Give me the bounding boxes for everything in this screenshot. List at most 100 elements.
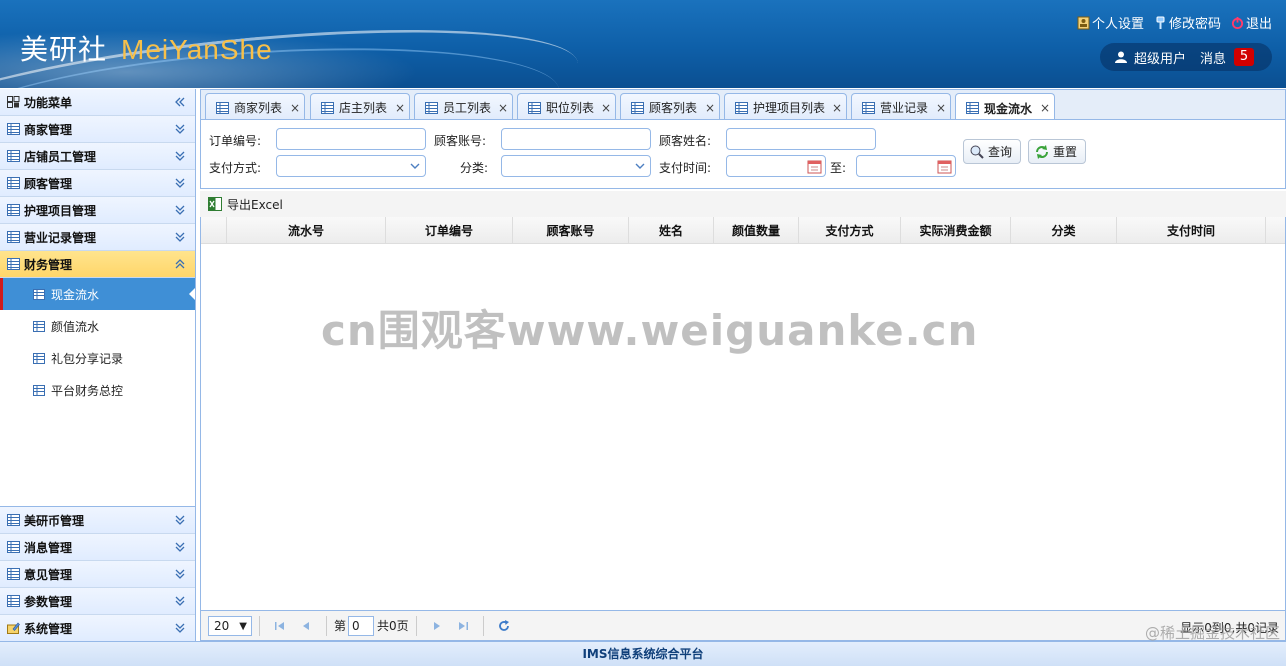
tab-label: 现金流水 bbox=[984, 101, 1033, 116]
close-icon[interactable]: × bbox=[395, 101, 405, 115]
column-header[interactable]: 顾客账号 bbox=[513, 217, 629, 244]
close-icon[interactable]: × bbox=[705, 101, 715, 115]
last-page-icon[interactable] bbox=[456, 619, 470, 633]
messages-label[interactable]: 消息 bbox=[1200, 48, 1226, 67]
sidebar-group-system[interactable]: 系统管理 bbox=[0, 615, 195, 642]
chevron-double-down-icon bbox=[175, 178, 185, 188]
chevron-double-down-icon bbox=[175, 205, 185, 215]
tab-owner-list[interactable]: 店主列表 × bbox=[310, 93, 410, 121]
logout-link[interactable]: 退出 bbox=[1231, 13, 1272, 32]
tab-customer-list[interactable]: 顾客列表 × bbox=[620, 93, 720, 121]
sidebar-item-label: 平台财务总控 bbox=[51, 383, 124, 398]
search-form: 订单编号: 顾客账号: 顾客姓名: 支付方式: 分类: 支付时间: 至: 查询 … bbox=[200, 119, 1286, 189]
pay-method-select[interactable] bbox=[276, 155, 426, 177]
customer-name-input[interactable] bbox=[726, 128, 876, 150]
table-icon bbox=[966, 102, 979, 114]
page-size-select[interactable]: 20 ▼ bbox=[208, 615, 252, 636]
sidebar-group-label: 营业记录管理 bbox=[24, 230, 97, 245]
category-select[interactable] bbox=[501, 155, 651, 177]
customer-name-label: 顾客姓名: bbox=[659, 134, 712, 148]
close-icon[interactable]: × bbox=[290, 101, 300, 115]
customer-account-input[interactable] bbox=[501, 128, 651, 150]
sidebar-group-finance[interactable]: 财务管理 bbox=[0, 251, 195, 278]
column-header[interactable]: 姓名 bbox=[629, 217, 714, 244]
sidebar-group-label: 消息管理 bbox=[24, 540, 73, 555]
reset-button[interactable]: 重置 bbox=[1028, 139, 1087, 164]
calendar-icon[interactable] bbox=[937, 159, 952, 174]
column-header[interactable]: 流水号 bbox=[227, 217, 386, 244]
sidebar-group-store-staff[interactable]: 店铺员工管理 bbox=[0, 143, 195, 170]
pager-divider bbox=[415, 615, 417, 636]
column-header[interactable]: 订单编号 bbox=[386, 217, 513, 244]
tab-position-list[interactable]: 职位列表 × bbox=[517, 93, 616, 121]
table-icon bbox=[7, 204, 20, 216]
first-page-icon[interactable] bbox=[273, 619, 287, 633]
close-icon[interactable]: × bbox=[601, 101, 611, 115]
collapse-left-icon[interactable] bbox=[174, 96, 186, 108]
tab-merchant-list[interactable]: 商家列表 × bbox=[205, 93, 305, 121]
column-header[interactable]: 分类 bbox=[1011, 217, 1117, 244]
tab-care-project-list[interactable]: 护理项目列表 × bbox=[724, 93, 847, 121]
close-icon[interactable]: × bbox=[1040, 101, 1050, 115]
sidebar-group-params[interactable]: 参数管理 bbox=[0, 588, 195, 615]
tab-label: 护理项目列表 bbox=[753, 101, 826, 115]
current-user-name[interactable]: 超级用户 bbox=[1134, 48, 1186, 67]
user-card-icon bbox=[1077, 16, 1090, 29]
column-header[interactable]: 颜值数量 bbox=[714, 217, 799, 244]
sidebar-group-message[interactable]: 消息管理 bbox=[0, 534, 195, 561]
table-icon bbox=[7, 231, 20, 243]
tab-bar: 商家列表 × 店主列表 × 员工列表 × 职位列表 × 顾客列表 × 护理项目列… bbox=[200, 89, 1286, 122]
chevron-down-icon bbox=[410, 163, 420, 169]
next-page-icon[interactable] bbox=[430, 619, 444, 633]
sidebar: 功能菜单 商家管理 店铺员工管理 顾客管理 护理项目管理 营业记录管理 财务管理… bbox=[0, 89, 196, 642]
sidebar-group-feedback[interactable]: 意见管理 bbox=[0, 561, 195, 588]
export-excel-button[interactable]: 导出Excel bbox=[208, 196, 283, 213]
column-header[interactable]: 支付方式 bbox=[799, 217, 901, 244]
tab-cash-flow[interactable]: 现金流水 × bbox=[955, 93, 1055, 122]
sidebar-group-business-record[interactable]: 营业记录管理 bbox=[0, 224, 195, 251]
close-icon[interactable]: × bbox=[832, 101, 842, 115]
pay-method-label: 支付方式: bbox=[209, 161, 262, 175]
sidebar-group-label: 财务管理 bbox=[24, 257, 73, 272]
tab-label: 员工列表 bbox=[443, 101, 492, 115]
sidebar-item-gift-share[interactable]: 礼包分享记录 bbox=[0, 342, 195, 374]
order-no-input[interactable] bbox=[276, 128, 426, 150]
tab-employee-list[interactable]: 员工列表 × bbox=[414, 93, 513, 121]
sidebar-group-customer[interactable]: 顾客管理 bbox=[0, 170, 195, 197]
chevron-double-down-icon bbox=[175, 232, 185, 242]
prev-page-icon[interactable] bbox=[299, 619, 313, 633]
page-number-input[interactable]: 0 bbox=[348, 615, 375, 636]
column-header[interactable]: 支付时间 bbox=[1117, 217, 1266, 244]
close-icon[interactable]: × bbox=[498, 101, 508, 115]
sidebar-item-cash-flow[interactable]: 现金流水 bbox=[0, 278, 195, 310]
close-icon[interactable]: × bbox=[936, 101, 946, 115]
sidebar-item-beauty-flow[interactable]: 颜值流水 bbox=[0, 310, 195, 342]
sidebar-group-label: 意见管理 bbox=[24, 567, 73, 582]
sidebar-group-merchant[interactable]: 商家管理 bbox=[0, 116, 195, 143]
sidebar-item-platform-finance[interactable]: 平台财务总控 bbox=[0, 374, 195, 406]
sidebar-group-label: 顾客管理 bbox=[24, 176, 73, 191]
pay-time-end-input[interactable] bbox=[856, 155, 956, 177]
pager-divider bbox=[259, 615, 260, 636]
logout-label: 退出 bbox=[1245, 17, 1272, 32]
change-password-label: 修改密码 bbox=[1168, 17, 1221, 32]
chevron-double-down-icon bbox=[175, 515, 185, 525]
tab-business-record[interactable]: 营业记录 × bbox=[851, 93, 951, 121]
messages-count-badge[interactable]: 5 bbox=[1234, 48, 1255, 66]
table-icon bbox=[33, 352, 45, 364]
tab-label: 商家列表 bbox=[234, 101, 283, 115]
sidebar-group-coin[interactable]: 美研币管理 bbox=[0, 507, 195, 534]
calendar-icon[interactable] bbox=[807, 159, 822, 174]
sidebar-group-care-project[interactable]: 护理项目管理 bbox=[0, 197, 195, 224]
reload-icon[interactable] bbox=[497, 619, 511, 633]
to-label: 至: bbox=[830, 161, 847, 175]
table-icon bbox=[7, 514, 20, 526]
sidebar-group-label: 商家管理 bbox=[24, 122, 73, 137]
pay-time-start-input[interactable] bbox=[726, 155, 826, 177]
personal-settings-link[interactable]: 个人设置 bbox=[1077, 13, 1144, 32]
column-header[interactable]: 实际消费金额 bbox=[901, 217, 1011, 244]
logo-cn: 美研社 bbox=[20, 33, 108, 66]
change-password-link[interactable]: 修改密码 bbox=[1154, 13, 1221, 32]
power-icon bbox=[1231, 16, 1244, 29]
query-button[interactable]: 查询 bbox=[963, 139, 1022, 164]
